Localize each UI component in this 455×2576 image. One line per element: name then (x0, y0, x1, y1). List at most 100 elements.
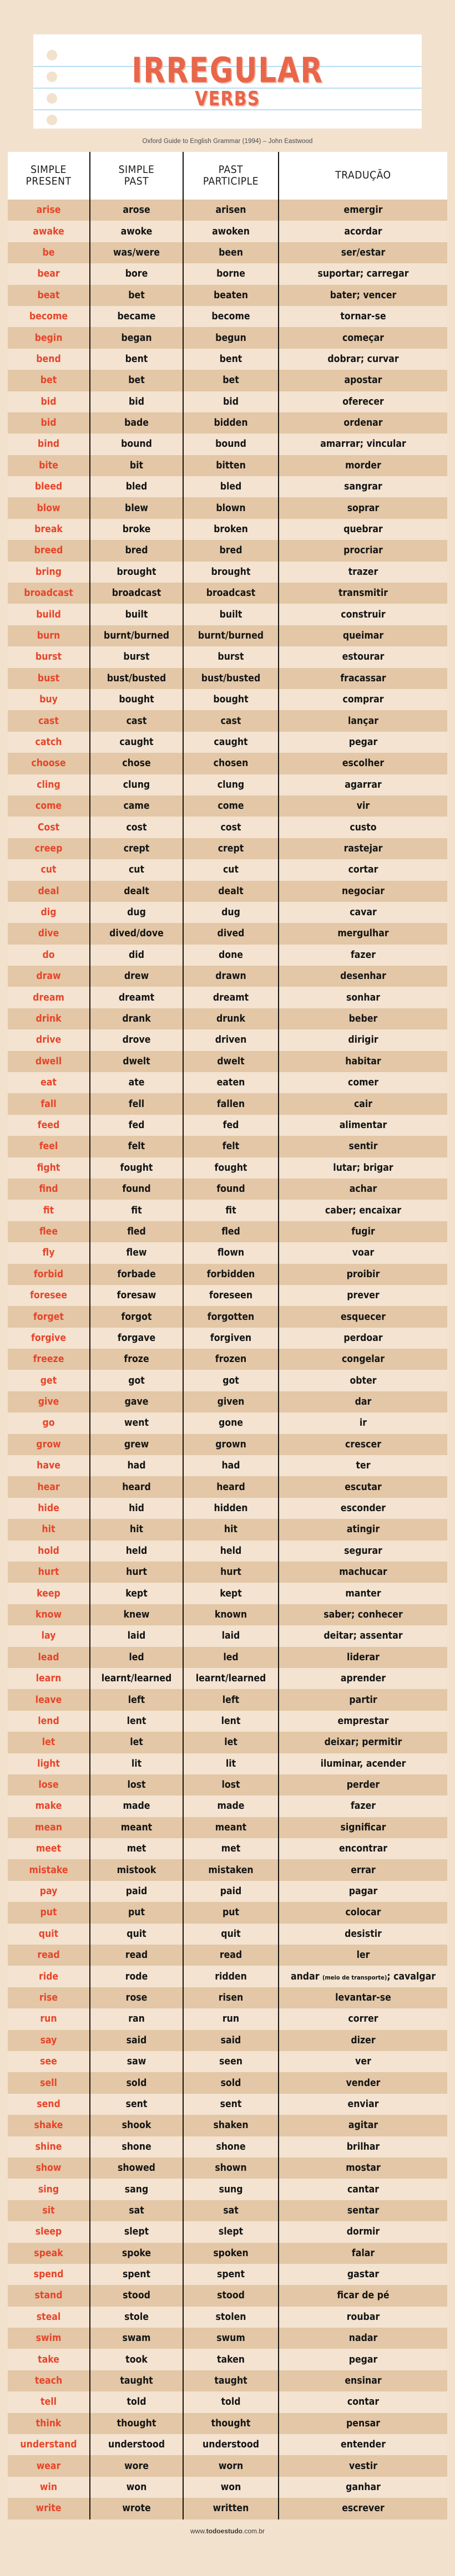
table-row: run ran run correr (8, 2008, 447, 2030)
cell-translation: ensinar (279, 2370, 447, 2392)
cell-base-verb: make (8, 1795, 90, 1817)
cell-simple-past: bled (90, 476, 184, 498)
table-row: say said said dizer (8, 2029, 447, 2051)
table-row: bid bade bidden ordenar (8, 412, 447, 434)
table-row: ride rode ridden andar (meio de transporte)… (8, 1966, 447, 1987)
cell-base-verb: give (8, 1391, 90, 1413)
translation-text: andar (290, 1971, 322, 1982)
cell-past-participle: run (183, 2008, 279, 2030)
cell-translation: segurar (279, 1540, 447, 1562)
cell-base-verb: have (8, 1455, 90, 1477)
cell-past-participle: eaten (183, 1072, 279, 1094)
notebook-rule-line (33, 88, 422, 89)
cell-base-verb: know (8, 1604, 90, 1626)
cell-base-verb: forgive (8, 1327, 90, 1349)
cell-past-participle: arisen (183, 200, 279, 221)
cell-past-participle: won (183, 2476, 279, 2498)
column-header-traducao: TRADUÇÃO (279, 152, 447, 200)
cell-simple-past: bore (90, 263, 184, 285)
cell-translation: andar (meio de transporte); cavalgar (279, 1966, 447, 1987)
cell-translation: congelar (279, 1349, 447, 1370)
cell-translation: roubar (279, 2306, 447, 2328)
cell-simple-past: bid (90, 391, 184, 412)
cell-past-participle: bet (183, 370, 279, 391)
cell-base-verb: get (8, 1370, 90, 1391)
table-row: burst burst burst estourar (8, 646, 447, 668)
table-row: fight fought fought lutar; brigar (8, 1157, 447, 1179)
cell-simple-past: arose (90, 200, 184, 221)
cell-past-participle: driven (183, 1029, 279, 1051)
notebook-rule-line (33, 66, 422, 67)
table-row: broadcast broadcast broadcast transmitir (8, 583, 447, 604)
cell-translation: trazer (279, 561, 447, 583)
table-row: meet met met encontrar (8, 1838, 447, 1860)
column-header-simple-present: SIMPLE PRESENT (8, 152, 90, 200)
table-row: hide hid hidden esconder (8, 1497, 447, 1519)
cell-translation: deitar; assentar (279, 1625, 447, 1647)
cell-past-participle: borne (183, 263, 279, 285)
cell-translation: falar (279, 2242, 447, 2264)
cell-simple-past: fought (90, 1157, 184, 1179)
cell-simple-past: hid (90, 1497, 184, 1519)
cell-base-verb: send (8, 2093, 90, 2115)
cell-base-verb: hurt (8, 1562, 90, 1583)
cell-base-verb: eat (8, 1072, 90, 1094)
cell-base-verb: foresee (8, 1284, 90, 1307)
table-row: shine shone shone brilhar (8, 2136, 447, 2157)
table-row: Cost cost cost custo (8, 817, 447, 838)
cell-base-verb: shake (8, 2115, 90, 2136)
cell-base-verb: choose (8, 753, 90, 774)
table-row: go went gone ir (8, 1412, 447, 1434)
cell-translation: ler (279, 1945, 447, 1966)
cell-translation: encontrar (279, 1838, 447, 1860)
cell-past-participle: lit (183, 1753, 279, 1774)
cell-translation: estourar (279, 646, 447, 668)
cell-past-participle: kept (183, 1583, 279, 1604)
cell-past-participle: understood (183, 2434, 279, 2456)
cell-past-participle: dived (183, 923, 279, 945)
cell-translation: correr (279, 2008, 447, 2030)
cell-base-verb: draw (8, 966, 90, 987)
cell-simple-past: bought (90, 688, 184, 711)
cell-simple-past: lent (90, 1710, 184, 1732)
table-row: bid bid bid oferecer (8, 391, 447, 412)
cell-base-verb: bind (8, 433, 90, 455)
cell-simple-past: burnt/burned (90, 625, 184, 647)
cell-past-participle: bound (183, 433, 279, 455)
cell-simple-past: bound (90, 433, 184, 455)
cell-translation: dormir (279, 2221, 447, 2243)
cell-base-verb: teach (8, 2370, 90, 2392)
table-row: beat bet beaten bater; vencer (8, 284, 447, 306)
site-credit-suffix: .com.br (242, 2527, 265, 2535)
cell-translation: alimentar (279, 1114, 447, 1136)
cell-translation: amarrar; vincular (279, 433, 447, 455)
cell-translation: nadar (279, 2328, 447, 2349)
cell-simple-past: rode (90, 1966, 184, 1987)
cell-base-verb: bleed (8, 476, 90, 498)
cell-past-participle: sat (183, 2200, 279, 2222)
cell-translation: aprender (279, 1667, 447, 1690)
cell-past-participle: learnt/learned (183, 1667, 279, 1690)
cell-translation: bater; vencer (279, 284, 447, 306)
cell-base-verb: blow (8, 497, 90, 519)
cell-translation: quebrar (279, 518, 447, 540)
translation-note: (meio de transporte) (322, 1973, 387, 1981)
cell-translation: desenhar (279, 966, 447, 987)
cell-translation: pensar (279, 2412, 447, 2435)
cell-past-participle: come (183, 795, 279, 817)
cell-past-participle: become (183, 305, 279, 328)
table-row: hit hit hit atingir (8, 1519, 447, 1541)
cell-simple-past: bust/busted (90, 667, 184, 689)
cell-simple-past: wrote (90, 2498, 184, 2519)
cell-past-participle: chosen (183, 753, 279, 774)
cell-past-participle: known (183, 1604, 279, 1626)
cell-base-verb: put (8, 1902, 90, 1924)
cell-translation: ficar de pé (279, 2285, 447, 2307)
column-header-line: PARTICIPLE (203, 175, 259, 187)
cell-base-verb: fit (8, 1200, 90, 1221)
cell-past-participle: written (183, 2498, 279, 2519)
cell-base-verb: begin (8, 327, 90, 349)
cell-base-verb: ride (8, 1966, 90, 1987)
cell-base-verb: become (8, 305, 90, 328)
cell-translation: achar (279, 1178, 447, 1200)
